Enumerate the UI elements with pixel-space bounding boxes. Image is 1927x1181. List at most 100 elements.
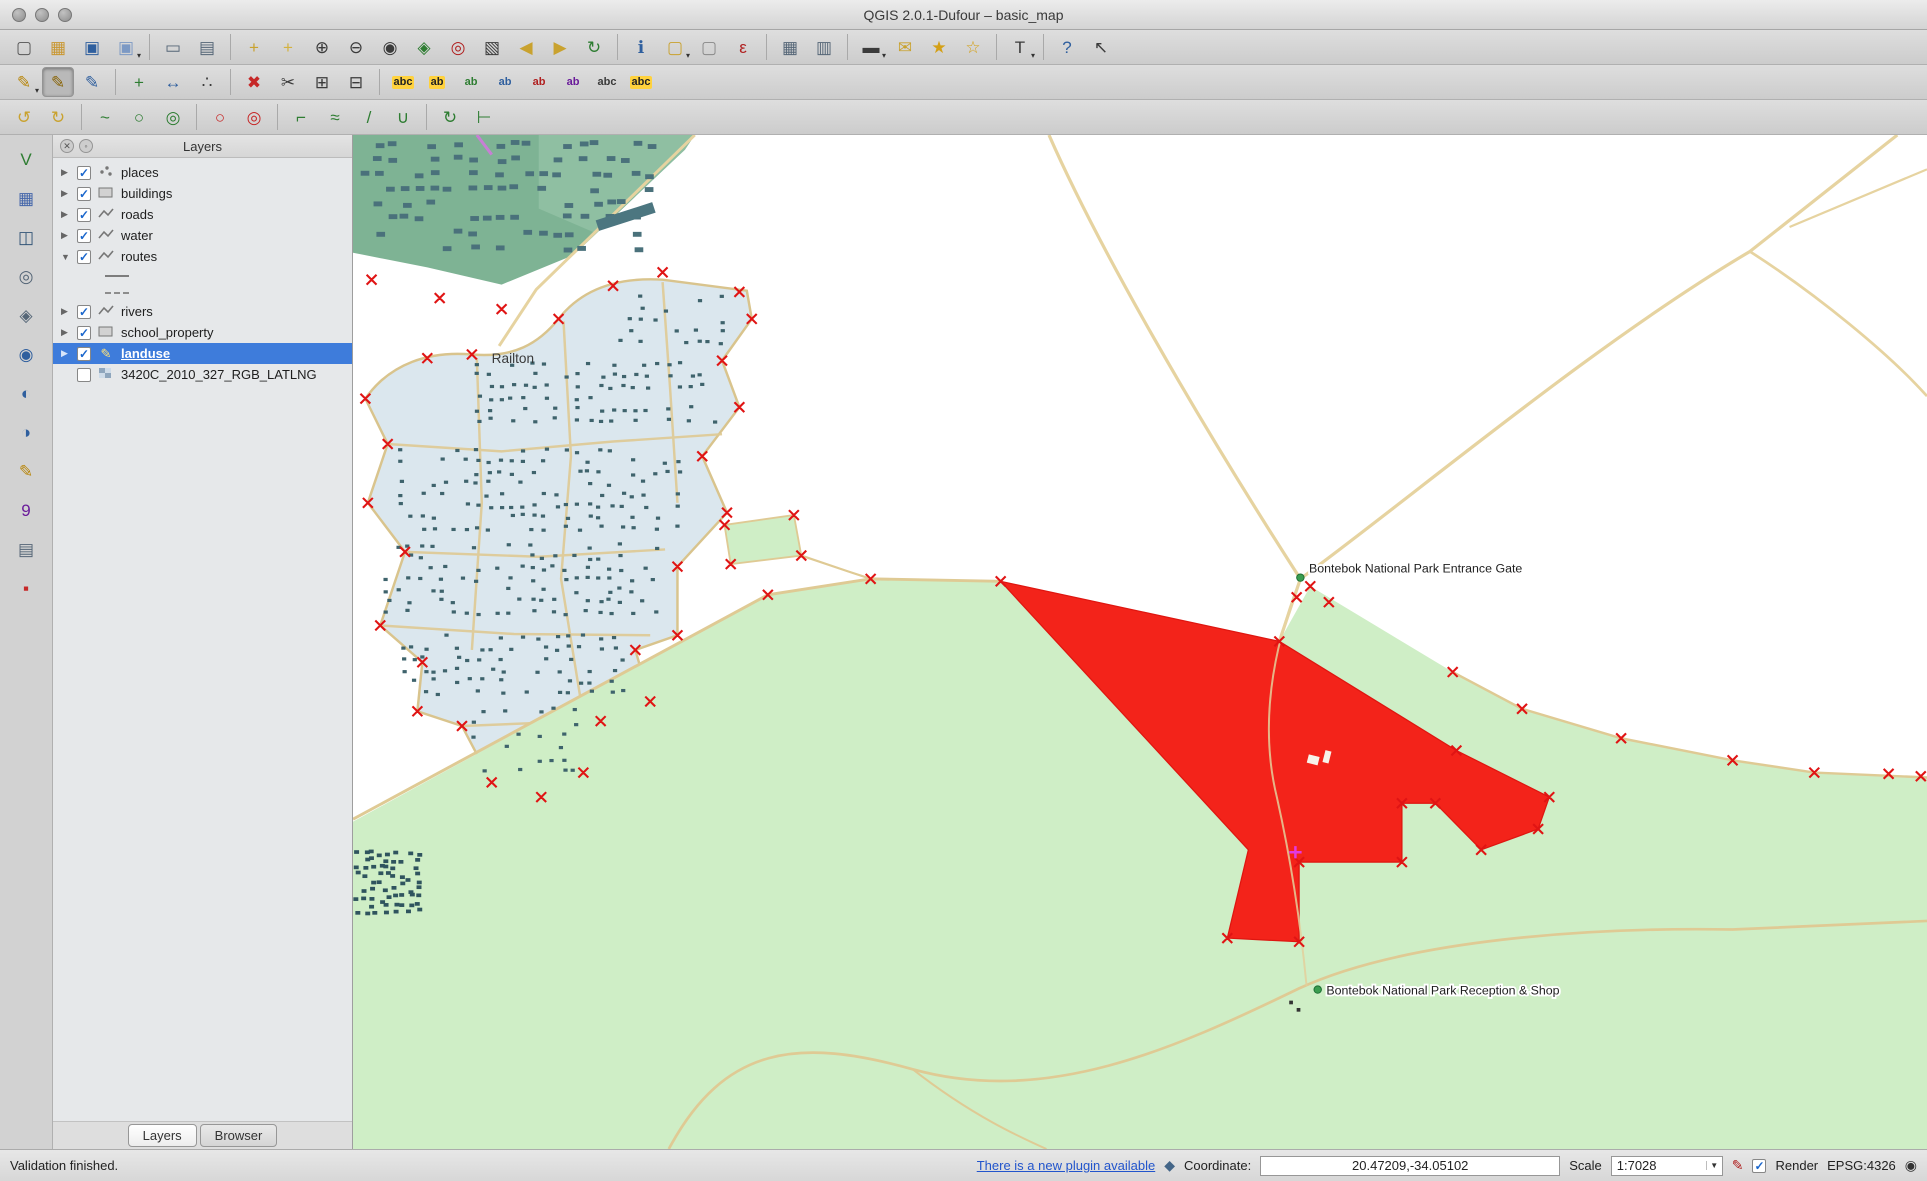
panel-float-button[interactable]: ◦ [79, 139, 93, 153]
add-spatialite-layer-button[interactable]: ◎ [8, 260, 44, 292]
new-print-composer-button[interactable]: ▭ [157, 32, 189, 62]
new-bookmark-button[interactable]: ★ [923, 32, 955, 62]
save-layer-edits-button[interactable]: ✎ [76, 67, 108, 97]
layer-item-places[interactable]: ▶✓places [53, 162, 352, 183]
field-calculator-button[interactable]: ▥ [808, 32, 840, 62]
layer-visibility-checkbox[interactable] [77, 368, 91, 382]
layer-symbol-item[interactable] [53, 267, 352, 284]
render-checkbox[interactable]: ✓ [1752, 1159, 1766, 1173]
add-part-button[interactable]: ◎ [157, 102, 189, 132]
add-delimited-text-button[interactable]: ▤ [8, 533, 44, 565]
layer-visibility-checkbox[interactable]: ✓ [77, 208, 91, 222]
expand-arrow-icon[interactable]: ▶ [61, 230, 72, 241]
save-project-as-button[interactable]: ▣▾ [110, 32, 142, 62]
layer-symbol-item[interactable] [53, 284, 352, 301]
dropdown-arrow-icon[interactable]: ▾ [882, 51, 886, 60]
remove-layer-button[interactable]: ▪ [8, 572, 44, 604]
layer-item-landuse[interactable]: ▶✓✎landuse [53, 343, 352, 364]
text-annotation-button[interactable]: T▾ [1004, 32, 1036, 62]
show-bookmarks-button[interactable]: ☆ [957, 32, 989, 62]
zoom-in-button[interactable]: ⊕ [306, 32, 338, 62]
label-tool-6-button[interactable]: ab [557, 67, 589, 97]
zoom-to-layer-button[interactable]: ▧ [476, 32, 508, 62]
current-edits-button[interactable]: ✎▾ [8, 67, 40, 97]
refresh-map-button[interactable]: ↻ [578, 32, 610, 62]
layer-item-3420C_2010_327_RGB_LATLNG[interactable]: 3420C_2010_327_RGB_LATLNG [53, 364, 352, 385]
deselect-features-button[interactable]: ▢ [693, 32, 725, 62]
layer-item-school_property[interactable]: ▶✓school_property [53, 322, 352, 343]
zoom-last-button[interactable]: ◀ [510, 32, 542, 62]
layer-visibility-checkbox[interactable]: ✓ [77, 305, 91, 319]
new-spatialite-layer-button[interactable]: 9 [8, 494, 44, 526]
add-ring-button[interactable]: ○ [123, 102, 155, 132]
label-tool-8-button[interactable]: abc [625, 67, 657, 97]
add-postgis-layer-button[interactable]: ◫ [8, 221, 44, 253]
zoom-window-button[interactable] [58, 8, 72, 22]
identify-features-button[interactable]: ℹ [625, 32, 657, 62]
expand-arrow-icon[interactable]: ▶ [61, 348, 72, 359]
add-raster-layer-button[interactable]: ▦ [8, 182, 44, 214]
expand-arrow-icon[interactable]: ▼ [61, 252, 72, 262]
cut-features-button[interactable]: ✂ [272, 67, 304, 97]
pan-to-selection-button[interactable]: + [272, 32, 304, 62]
expand-arrow-icon[interactable]: ▶ [61, 188, 72, 199]
layer-item-roads[interactable]: ▶✓roads [53, 204, 352, 225]
dropdown-arrow-icon[interactable]: ▾ [1031, 51, 1035, 60]
layer-visibility-checkbox[interactable]: ✓ [77, 326, 91, 340]
toggle-editing-button[interactable]: ✎ [42, 67, 74, 97]
zoom-next-button[interactable]: ▶ [544, 32, 576, 62]
move-feature-button[interactable]: ↔ [157, 67, 189, 97]
close-window-button[interactable] [12, 8, 26, 22]
undo-button[interactable]: ↺ [8, 102, 40, 132]
paste-features-button[interactable]: ⊟ [340, 67, 372, 97]
open-attribute-table-button[interactable]: ▦ [774, 32, 806, 62]
layer-visibility-checkbox[interactable]: ✓ [77, 187, 91, 201]
delete-selected-button[interactable]: ✖ [238, 67, 270, 97]
draw-icon[interactable]: ✎ [1732, 1157, 1744, 1174]
composer-manager-button[interactable]: ▤ [191, 32, 223, 62]
layer-visibility-checkbox[interactable]: ✓ [77, 229, 91, 243]
dropdown-arrow-icon[interactable]: ▾ [137, 51, 141, 60]
crs-status-icon[interactable]: ◉ [1905, 1157, 1917, 1174]
panel-close-button[interactable]: ✕ [60, 139, 74, 153]
layer-item-water[interactable]: ▶✓water [53, 225, 352, 246]
layer-visibility-checkbox[interactable]: ✓ [77, 347, 91, 361]
layer-visibility-checkbox[interactable]: ✓ [77, 250, 91, 264]
help-contents-button[interactable]: ? [1051, 32, 1083, 62]
add-wms-layer-button[interactable]: ◉ [8, 338, 44, 370]
add-wcs-layer-button[interactable]: ◐ [8, 377, 44, 409]
expand-arrow-icon[interactable]: ▶ [61, 327, 72, 338]
select-features-button[interactable]: ▢▾ [659, 32, 691, 62]
scale-combo[interactable]: 1:7028 ▼ [1611, 1156, 1723, 1176]
pan-map-button[interactable]: + [238, 32, 270, 62]
dropdown-arrow-icon[interactable]: ▾ [686, 51, 690, 60]
layer-item-buildings[interactable]: ▶✓buildings [53, 183, 352, 204]
map-canvas[interactable]: Railton Bontebok National Park Entrance … [353, 135, 1927, 1149]
whats-this-button[interactable]: ↖ [1085, 32, 1117, 62]
label-tool-4-button[interactable]: ab [489, 67, 521, 97]
offset-curve-button[interactable]: ≈ [319, 102, 351, 132]
panel-tab-browser[interactable]: Browser [200, 1124, 278, 1147]
label-settings-button[interactable]: abc [387, 67, 419, 97]
label-tool-3-button[interactable]: ab [455, 67, 487, 97]
select-by-expression-button[interactable]: ε [727, 32, 759, 62]
zoom-out-button[interactable]: ⊖ [340, 32, 372, 62]
new-plugin-link[interactable]: There is a new plugin available [977, 1158, 1156, 1173]
scale-dropdown-icon[interactable]: ▼ [1706, 1161, 1722, 1170]
zoom-actual-size-button[interactable]: ◉ [374, 32, 406, 62]
redo-button[interactable]: ↻ [42, 102, 74, 132]
expand-arrow-icon[interactable]: ▶ [61, 167, 72, 178]
zoom-full-extent-button[interactable]: ◈ [408, 32, 440, 62]
plugin-icon[interactable]: ◆ [1164, 1157, 1175, 1174]
panel-tab-layers[interactable]: Layers [128, 1124, 197, 1147]
reshape-features-button[interactable]: ⌐ [285, 102, 317, 132]
map-area[interactable]: Railton Bontebok National Park Entrance … [353, 135, 1927, 1149]
save-project-button[interactable]: ▣ [76, 32, 108, 62]
merge-features-button[interactable]: ∪ [387, 102, 419, 132]
copy-features-button[interactable]: ⊞ [306, 67, 338, 97]
rotate-feature-button[interactable]: ↻ [434, 102, 466, 132]
label-tool-5-button[interactable]: ab [523, 67, 555, 97]
open-project-button[interactable]: ▦ [42, 32, 74, 62]
minimize-window-button[interactable] [35, 8, 49, 22]
split-features-button[interactable]: / [353, 102, 385, 132]
